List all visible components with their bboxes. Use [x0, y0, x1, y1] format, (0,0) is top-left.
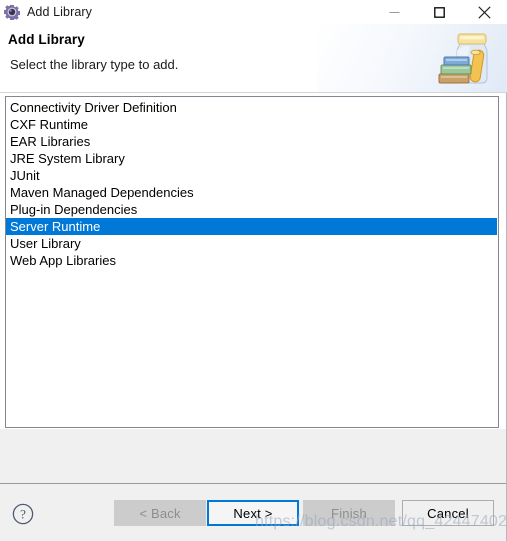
window-controls	[372, 0, 507, 24]
list-item[interactable]: Connectivity Driver Definition	[6, 99, 498, 116]
add-library-dialog: Add Library Add Library Select the libra…	[0, 0, 507, 541]
list-item[interactable]: User Library	[6, 235, 498, 252]
header-divider	[0, 92, 507, 93]
window-title: Add Library	[27, 4, 93, 19]
library-jar-books-icon	[432, 27, 498, 89]
page-description: Select the library type to add.	[10, 57, 179, 72]
cancel-button[interactable]: Cancel	[402, 500, 494, 526]
list-item[interactable]: EAR Libraries	[6, 133, 498, 150]
dialog-filler	[0, 429, 506, 483]
list-item[interactable]: Plug-in Dependencies	[6, 201, 498, 218]
close-icon[interactable]	[462, 0, 507, 24]
maximize-icon[interactable]	[417, 0, 462, 24]
page-title: Add Library	[8, 32, 85, 47]
list-item[interactable]: JUnit	[6, 167, 498, 184]
list-item[interactable]: Maven Managed Dependencies	[6, 184, 498, 201]
svg-text:?: ?	[20, 507, 26, 522]
finish-button[interactable]: Finish	[303, 500, 395, 526]
library-type-list[interactable]: Connectivity Driver Definition CXF Runti…	[5, 96, 499, 428]
list-item[interactable]: Web App Libraries	[6, 252, 498, 269]
gear-icon	[4, 4, 20, 20]
list-item-selected[interactable]: Server Runtime	[6, 218, 497, 235]
next-button[interactable]: Next >	[207, 500, 299, 526]
list-item[interactable]: CXF Runtime	[6, 116, 498, 133]
dialog-header: Add Library Select the library type to a…	[0, 24, 507, 93]
help-icon[interactable]: ?	[12, 503, 34, 525]
list-item[interactable]: JRE System Library	[6, 150, 498, 167]
back-button[interactable]: < Back	[114, 500, 206, 526]
title-bar: Add Library	[0, 0, 507, 24]
minimize-icon[interactable]	[372, 0, 417, 24]
